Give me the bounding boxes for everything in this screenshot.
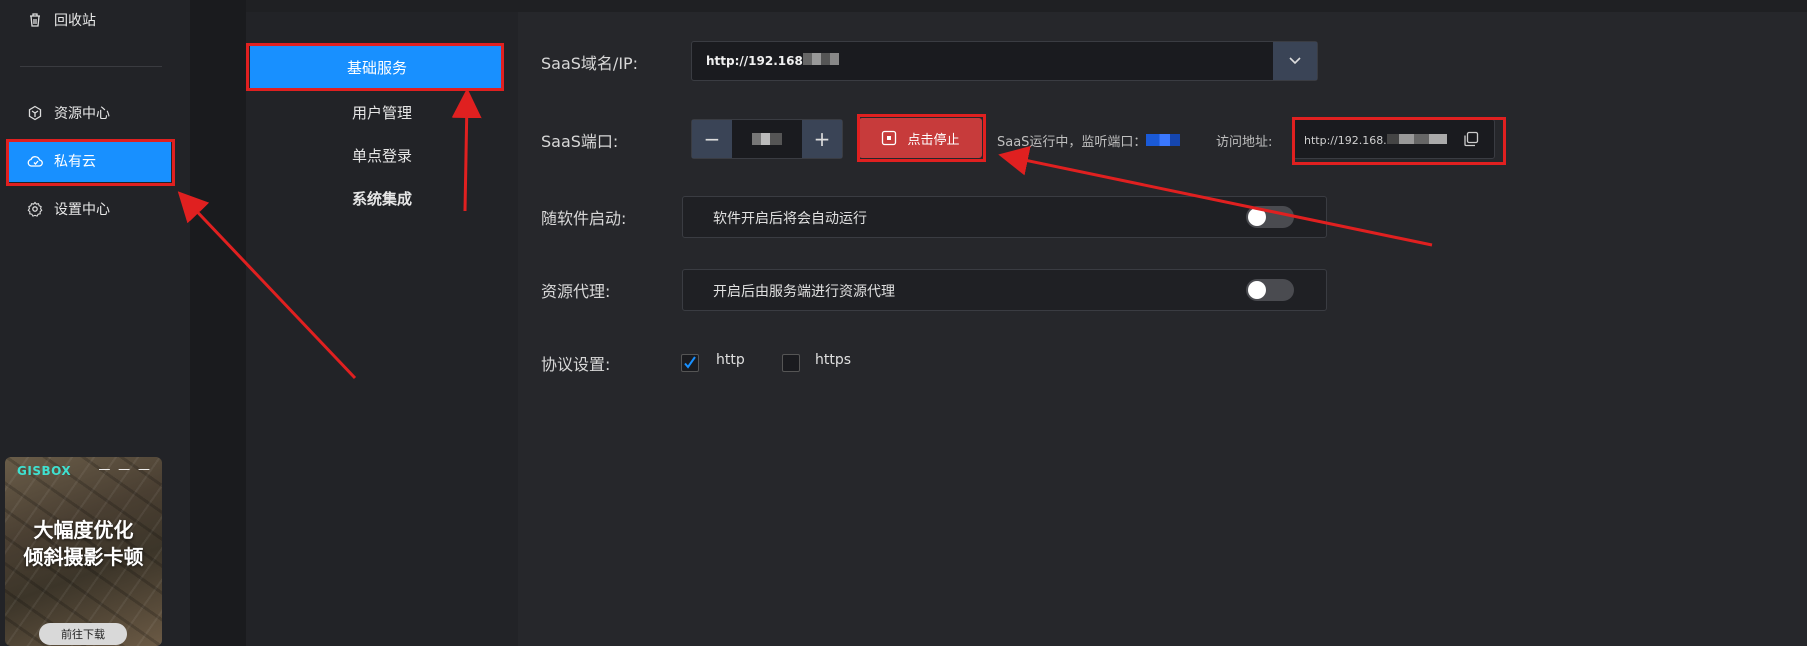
annotation-arrow-1 xyxy=(177,191,357,380)
annotation-arrows xyxy=(177,88,1433,380)
annotation-arrow-3 xyxy=(998,145,1433,247)
annotation-arrow-2 xyxy=(451,88,482,212)
